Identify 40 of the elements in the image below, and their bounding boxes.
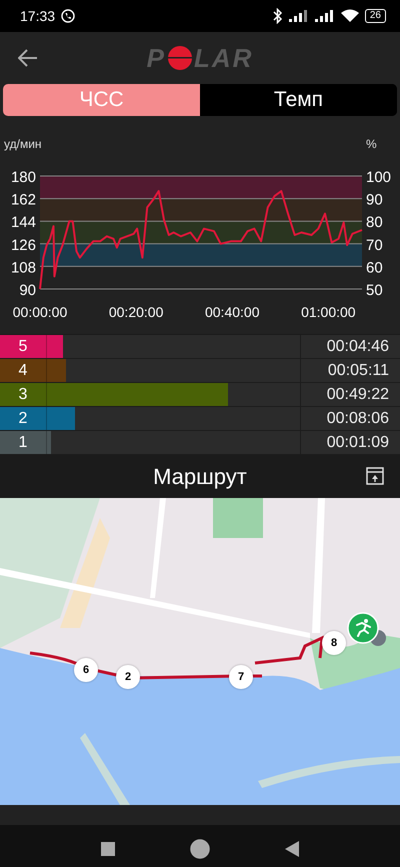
y-axis-label: уд/мин xyxy=(4,137,42,151)
y2-axis-label: % xyxy=(366,137,377,151)
phone-icon xyxy=(61,9,76,23)
signal-icon xyxy=(314,10,335,22)
recents-icon[interactable] xyxy=(101,842,115,856)
y2-tick-label: 60 xyxy=(366,259,383,276)
zone-time: 00:05:11 xyxy=(301,359,400,382)
y2-tick-label: 50 xyxy=(366,282,383,299)
zone-time: 00:01:09 xyxy=(301,431,400,454)
zone-time: 00:49:22 xyxy=(301,383,400,406)
back-arrow-icon[interactable] xyxy=(18,49,38,67)
y-tick-label: 126 xyxy=(10,236,36,254)
x-tick-label: 01:00:00 xyxy=(301,304,356,320)
y-tick-label: 108 xyxy=(10,259,36,276)
logo-text: LAR xyxy=(194,42,254,74)
wifi-icon xyxy=(340,9,359,23)
y2-tick-label: 100 xyxy=(366,169,392,186)
y-tick-label: 144 xyxy=(10,214,36,232)
y-tick-label: 90 xyxy=(19,282,36,299)
back-icon[interactable] xyxy=(285,840,299,856)
logo-text: P xyxy=(146,42,166,74)
runner-icon xyxy=(347,612,379,644)
zone-time: 00:08:06 xyxy=(301,407,400,430)
clock: 17:33 xyxy=(20,8,56,24)
y2-tick-label: 90 xyxy=(366,192,383,209)
zone-time: 00:04:46 xyxy=(301,335,400,358)
signal-icon xyxy=(288,10,309,22)
x-tick-label: 00:20:00 xyxy=(108,304,164,320)
logo-circle-icon xyxy=(168,46,192,70)
home-icon[interactable] xyxy=(190,838,210,858)
y2-tick-label: 70 xyxy=(366,236,383,254)
y2-tick-label: 80 xyxy=(366,214,383,232)
x-tick-label: 00:40:00 xyxy=(205,304,260,320)
y-tick-label: 162 xyxy=(10,192,36,209)
x-tick-label: 00:00:00 xyxy=(12,304,68,320)
y-tick-label: 180 xyxy=(10,169,36,186)
bluetooth-icon xyxy=(272,8,283,24)
battery-indicator: 26 xyxy=(364,9,386,23)
expand-icon[interactable] xyxy=(366,467,384,485)
route-title: Маршрут xyxy=(153,464,247,490)
